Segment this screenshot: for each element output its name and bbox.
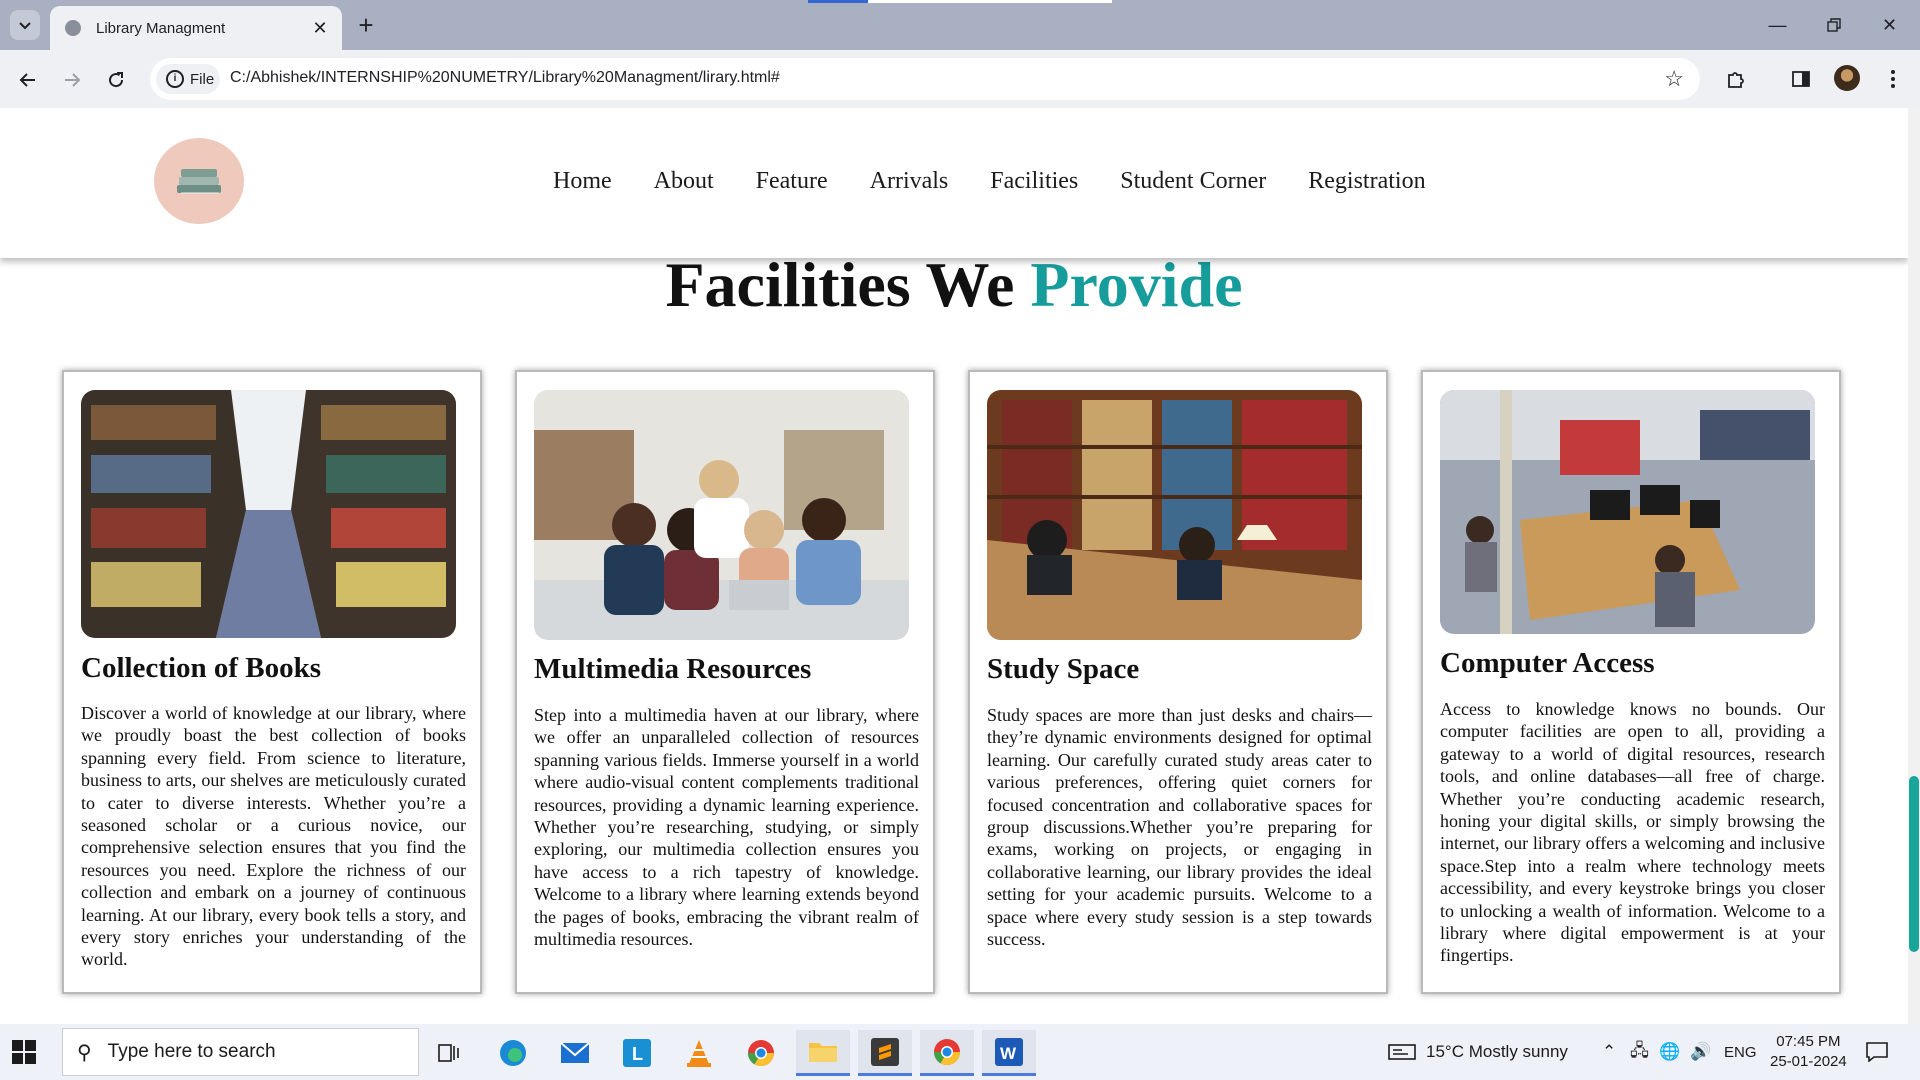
chevron-down-icon [19, 22, 31, 30]
card-text: Study spaces are more than just desks an… [987, 705, 1372, 950]
site-info-chip[interactable]: i File [156, 64, 220, 94]
facility-card-study: Study Space Study spaces are more than j… [968, 370, 1388, 994]
page-scrollbar-thumb[interactable] [1909, 776, 1919, 952]
clock-time: 07:45 PM [1776, 1033, 1841, 1050]
computer-lab-image [1440, 390, 1815, 634]
reload-button[interactable] [100, 64, 132, 96]
computer-lab-illustration [1440, 390, 1815, 634]
study-space-image [987, 390, 1362, 640]
browser-tab-strip: Library Managment ✕ + — ✕ [0, 0, 1920, 50]
back-button[interactable] [12, 64, 44, 96]
section-title-accent: Provide [1030, 249, 1243, 320]
chrome-icon[interactable] [734, 1030, 788, 1076]
globe-icon[interactable]: 🌐 [1659, 1042, 1680, 1062]
nav-about[interactable]: About [654, 168, 714, 195]
info-icon: i [166, 70, 184, 88]
clock[interactable]: 07:45 PM 25-01-2024 [1770, 1024, 1847, 1080]
tab-title: Library Managment [96, 19, 226, 37]
section-title-main: Facilities We [665, 249, 1015, 320]
library-logo[interactable] [154, 138, 244, 224]
card-title: Study Space [987, 653, 1140, 685]
windows-taskbar: ⚲ Type here to search L W 15°C Mostly su… [0, 1024, 1920, 1080]
weather-widget[interactable]: 15°C Mostly sunny [1388, 1024, 1568, 1080]
taskbar-search-box[interactable]: ⚲ Type here to search [62, 1028, 419, 1076]
card-text: Access to knowledge knows no bounds. Our… [1440, 699, 1825, 966]
tab-search-button[interactable] [10, 10, 40, 40]
profile-avatar[interactable] [1834, 65, 1860, 91]
nav-arrivals[interactable]: Arrivals [870, 168, 949, 195]
bookmark-star-icon[interactable]: ☆ [1664, 66, 1684, 92]
restore-icon [1826, 18, 1841, 32]
file-explorer-icon[interactable] [796, 1030, 850, 1076]
card-text: Step into a multimedia haven at our libr… [534, 705, 919, 950]
facility-card-multimedia: Multimedia Resources Step into a multime… [515, 370, 935, 994]
card-text: Discover a world of knowledge at our lib… [81, 703, 466, 970]
globe-icon [62, 17, 84, 39]
books-logo-icon [177, 169, 221, 194]
forward-button[interactable] [56, 64, 88, 96]
tray-status-icons: 🖧 🌐 🔊 [1630, 1024, 1711, 1080]
language-indicator[interactable]: ENG [1724, 1024, 1757, 1080]
study-room-illustration [987, 390, 1362, 640]
library-aisle-illustration [81, 390, 456, 638]
main-nav: Home About Feature Arrivals Facilities S… [553, 168, 1468, 195]
task-view-icon[interactable] [422, 1030, 476, 1076]
arrow-left-icon [19, 73, 35, 87]
students-group-image [534, 390, 909, 640]
nav-facilities[interactable]: Facilities [990, 168, 1078, 195]
l-app-icon[interactable]: L [610, 1030, 664, 1076]
mail-icon[interactable] [548, 1030, 602, 1076]
edge-icon[interactable] [486, 1030, 540, 1076]
nav-feature[interactable]: Feature [756, 168, 828, 195]
facility-card-books: Collection of Books Discover a world of … [62, 370, 482, 994]
svg-text:W: W [1000, 1044, 1017, 1063]
address-bar[interactable]: i File C:/Abhishek/INTERNSHIP%20NUMETRY/… [150, 58, 1700, 100]
file-chip-label: File [190, 70, 215, 88]
minimize-button[interactable]: — [1750, 0, 1805, 50]
svg-text:L: L [632, 1044, 643, 1064]
books-aisle-image [81, 390, 456, 638]
web-page: Home About Feature Arrivals Facilities S… [0, 108, 1908, 1024]
new-tab-button[interactable]: + [352, 10, 380, 40]
sublime-text-icon[interactable] [858, 1030, 912, 1076]
windows-start-icon[interactable] [12, 1040, 36, 1064]
browser-tab[interactable]: Library Managment ✕ [50, 6, 342, 50]
clock-date: 25-01-2024 [1770, 1053, 1847, 1070]
taskbar-search-placeholder: Type here to search [107, 1041, 276, 1062]
restore-button[interactable] [1806, 0, 1861, 50]
tray-overflow-icon[interactable]: ⌃ [1602, 1024, 1616, 1080]
search-icon: ⚲ [77, 1041, 92, 1064]
site-header: Home About Feature Arrivals Facilities S… [0, 108, 1908, 258]
side-panel-icon [1792, 71, 1810, 87]
vlc-icon[interactable] [672, 1030, 726, 1076]
side-panel-button[interactable] [1786, 64, 1816, 94]
weather-icon [1388, 1044, 1416, 1060]
card-title: Multimedia Resources [534, 653, 812, 685]
url-text[interactable]: C:/Abhishek/INTERNSHIP%20NUMETRY/Library… [230, 69, 780, 87]
section-title: Facilities We Provide [0, 248, 1908, 322]
card-title: Computer Access [1440, 647, 1655, 679]
browser-menu-button[interactable] [1878, 64, 1908, 94]
reload-icon [109, 72, 124, 88]
arrow-right-icon [65, 73, 81, 87]
facility-card-computer: Computer Access Access to knowledge know… [1421, 370, 1841, 994]
word-icon[interactable]: W [982, 1030, 1036, 1076]
browser-toolbar: i File C:/Abhishek/INTERNSHIP%20NUMETRY/… [0, 50, 1920, 108]
volume-icon[interactable]: 🔊 [1690, 1042, 1711, 1062]
nav-registration[interactable]: Registration [1308, 168, 1425, 195]
chrome-active-icon[interactable] [920, 1030, 974, 1076]
notification-icon[interactable] [1866, 1024, 1888, 1080]
puzzle-icon [1728, 72, 1744, 88]
close-window-button[interactable]: ✕ [1862, 0, 1917, 50]
students-illustration [534, 390, 909, 640]
more-vertical-icon [1891, 70, 1895, 88]
card-title: Collection of Books [81, 652, 322, 684]
close-tab-icon[interactable]: ✕ [308, 16, 332, 40]
network-icon[interactable]: 🖧 [1630, 1038, 1649, 1067]
nav-student-corner[interactable]: Student Corner [1120, 168, 1266, 195]
nav-home[interactable]: Home [553, 168, 612, 195]
extensions-button[interactable] [1721, 64, 1751, 94]
tab-loading-bar [808, 0, 1112, 3]
weather-text: 15°C Mostly sunny [1426, 1042, 1568, 1061]
